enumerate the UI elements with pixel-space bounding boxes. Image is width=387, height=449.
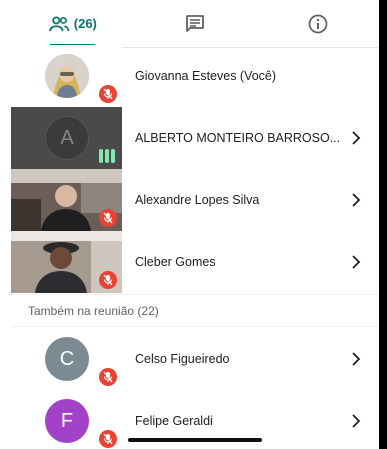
participant-name: Alexandre Lopes Silva	[135, 193, 260, 207]
tab-info[interactable]	[256, 0, 379, 47]
home-indicator[interactable]	[128, 438, 262, 442]
participant-row[interactable]: Giovanna Esteves (Você)	[11, 45, 379, 107]
avatar: F	[45, 399, 89, 443]
mic-muted-icon	[99, 430, 117, 448]
mic-muted-icon	[99, 368, 117, 386]
participant-tile	[11, 231, 122, 293]
participant-name: Celso Figueiredo	[135, 352, 230, 366]
people-count: (26)	[73, 16, 97, 31]
mic-muted-icon	[99, 209, 117, 227]
participant-name: ALBERTO MONTEIRO BARROSO...	[135, 131, 341, 145]
avatar: C	[45, 337, 89, 381]
left-edge	[0, 0, 11, 449]
participant-tile: A	[11, 107, 122, 169]
chevron-right-icon[interactable]	[351, 352, 361, 366]
chat-icon	[186, 14, 204, 32]
divider	[11, 326, 379, 327]
avatar	[45, 54, 89, 98]
tab-bar: (26)	[11, 0, 379, 48]
people-icon	[48, 15, 69, 31]
chevron-right-icon[interactable]	[351, 131, 361, 145]
speaking-indicator-icon	[99, 149, 115, 163]
chevron-right-icon[interactable]	[351, 255, 361, 269]
info-icon	[308, 14, 328, 33]
participant-tile	[11, 169, 122, 231]
participant-row[interactable]: A ALBERTO MONTEIRO BARROSO...	[11, 107, 379, 169]
section-header: Também na reunião (22)	[28, 304, 159, 318]
participant-row[interactable]: C Celso Figueiredo	[11, 328, 379, 390]
avatar: A	[45, 116, 89, 160]
chevron-right-icon[interactable]	[351, 193, 361, 207]
participant-tile: C	[11, 328, 122, 390]
chevron-right-icon[interactable]	[351, 414, 361, 428]
participant-tile: F	[11, 390, 122, 449]
participant-name: Cleber Gomes	[135, 255, 216, 269]
divider	[11, 294, 379, 295]
participant-name: Felipe Geraldi	[135, 414, 213, 428]
participant-row[interactable]: Cleber Gomes	[11, 231, 379, 293]
tab-chat[interactable]	[134, 0, 257, 47]
participant-row[interactable]: Alexandre Lopes Silva	[11, 169, 379, 231]
participant-tile	[11, 45, 122, 107]
mic-muted-icon	[99, 271, 117, 289]
participant-name: Giovanna Esteves (Você)	[135, 69, 277, 83]
mic-muted-icon	[99, 85, 117, 103]
participants-screen: (26) Giovanna Esteves (Você) A ALBERTO M…	[0, 0, 379, 449]
tab-people[interactable]: (26)	[11, 0, 134, 47]
